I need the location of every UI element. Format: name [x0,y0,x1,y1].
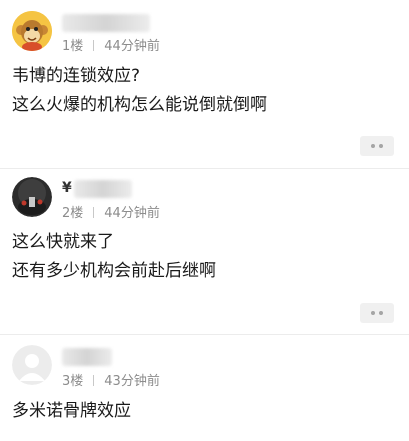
more-dots-icon[interactable] [360,136,394,156]
comment-meta: 2楼 44分钟前 [62,202,160,221]
comment-meta: 3楼 43分钟前 [62,370,160,389]
meta-separator [93,207,95,218]
username-blurred[interactable] [74,180,132,198]
floor-number: 1楼 [62,39,84,54]
comment-time: 44分钟前 [104,39,160,54]
comment-meta: 1楼 44分钟前 [62,35,160,54]
more-dots-icon[interactable] [360,303,394,323]
comment-text: 韦博的连锁效应? 这么火爆的机构怎么能说倒就倒啊 [12,62,267,120]
divider [0,168,409,169]
comment-line: 这么快就来了 [12,232,114,252]
username-blurred[interactable] [62,348,112,366]
username-prefix: ¥ [62,180,72,196]
comment-text: 这么快就来了 还有多少机构会前赴后继啊 [12,228,216,286]
comment-time: 44分钟前 [104,206,160,221]
comment-line: 多米诺骨牌效应 [12,401,131,421]
comment-thread: 1楼 44分钟前 韦博的连锁效应? 这么火爆的机构怎么能说倒就倒啊 ¥ 2楼 44分… [0,0,409,441]
username-blurred[interactable] [62,14,150,32]
meta-separator [93,375,95,386]
night-photo-avatar-icon[interactable] [12,177,52,217]
comment-text: 多米诺骨牌效应 [12,397,131,426]
monkey-avatar-icon[interactable] [12,11,52,51]
comment-line: 这么火爆的机构怎么能说倒就倒啊 [12,95,267,115]
floor-number: 2楼 [62,206,84,221]
floor-number: 3楼 [62,374,84,389]
meta-separator [93,40,95,51]
default-user-avatar-icon[interactable] [12,345,52,385]
comment-line: 韦博的连锁效应? [12,66,141,86]
comment-time: 43分钟前 [104,374,160,389]
comment-line: 还有多少机构会前赴后继啊 [12,261,216,281]
divider [0,334,409,335]
